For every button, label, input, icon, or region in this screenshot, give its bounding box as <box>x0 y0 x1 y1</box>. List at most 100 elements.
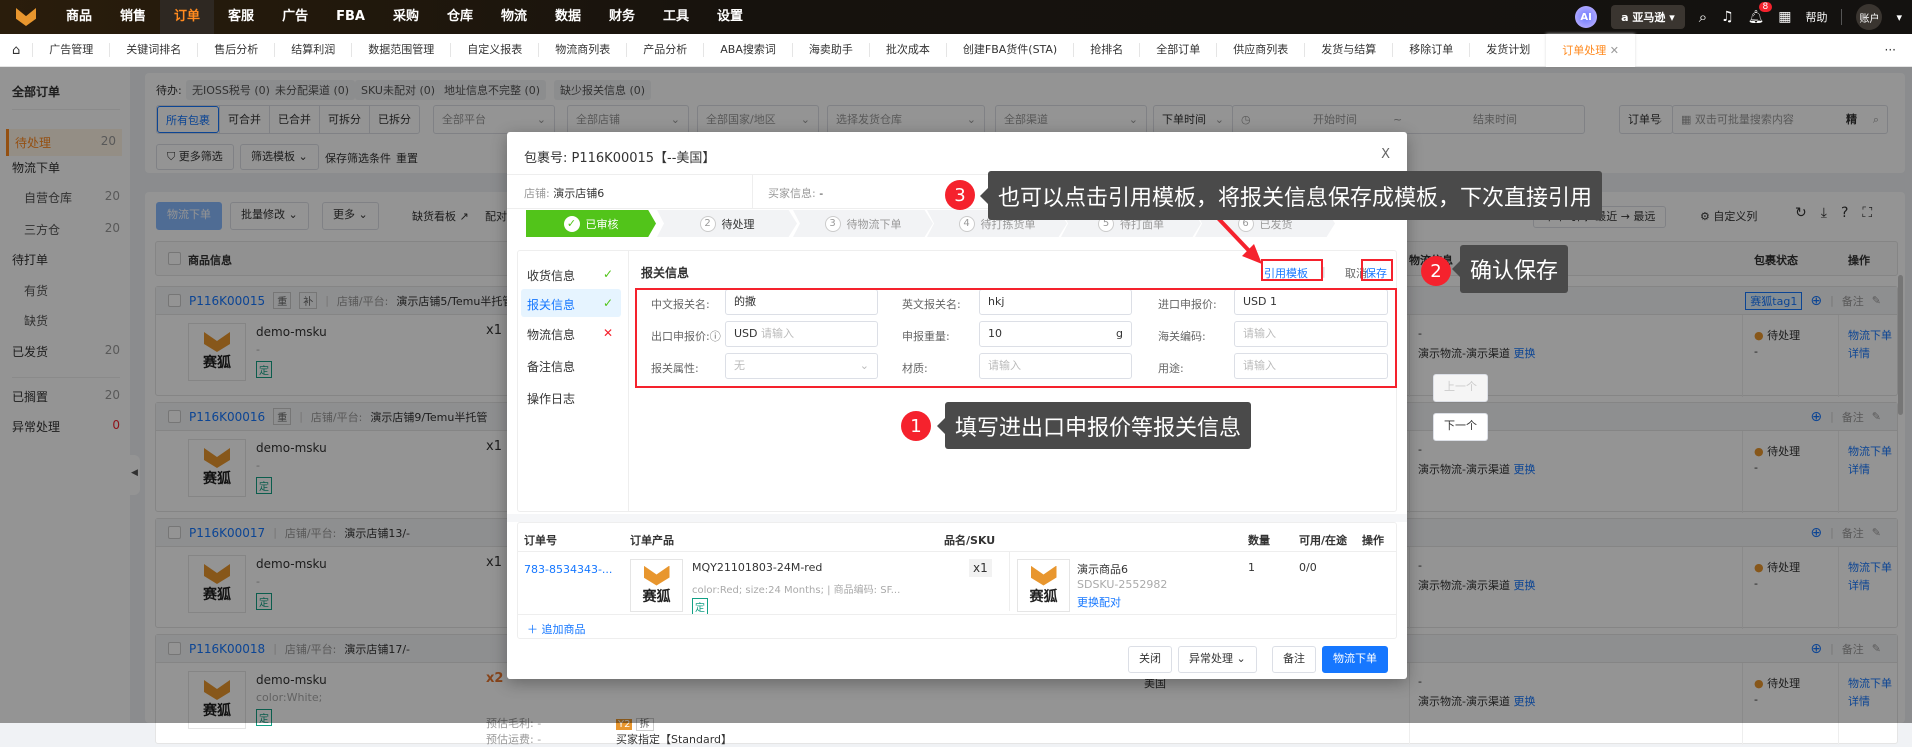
error-x-icon: ✕ <box>602 326 613 340</box>
product-attr: color:Red; size:24 Months; | 商品编码: SF... <box>692 585 901 596</box>
tab-item[interactable]: 自定义报表 <box>450 43 538 57</box>
qty-value: 1 <box>1248 561 1255 574</box>
check-icon: ✓ <box>602 296 613 310</box>
tab-bar: ⌂ 广告管理 关键词排名 售后分析 结算利润 数据范围管理 自定义报表 物流商列表 产品分析 A… <box>0 33 1912 67</box>
tab-item[interactable]: 移除订单 <box>1392 43 1469 57</box>
qty-tag: x1 <box>969 559 992 577</box>
red-arrow-icon <box>1214 214 1262 264</box>
nav-item[interactable]: 订单 <box>160 0 215 34</box>
order-number-link[interactable]: 783-8534343-... <box>524 563 612 576</box>
items-col-header: 可用/在途 <box>1299 534 1348 547</box>
tab-order-processing[interactable]: 订单处理 ✕ <box>1546 33 1635 67</box>
nav-item[interactable]: 广告 <box>268 0 322 34</box>
marketplace-select[interactable]: a 亚马逊 ▾ <box>1611 5 1685 29</box>
close-tab-icon[interactable]: ✕ <box>1610 44 1619 57</box>
fixed-tag: 定 <box>692 598 708 615</box>
tab-item[interactable]: 海卖助手 <box>791 43 869 57</box>
apps-grid-icon[interactable]: ▦ <box>1778 9 1791 25</box>
exception-select[interactable]: 异常处理 ⌄ <box>1178 646 1257 673</box>
step-3-marker: 3 <box>945 180 975 210</box>
tab-item[interactable]: 物流商列表 <box>538 43 626 57</box>
help-link[interactable]: 帮助 <box>1805 9 1827 25</box>
add-item-button[interactable]: ＋ 追加商品 <box>527 621 586 637</box>
items-col-header: 品名/SKU <box>944 534 996 547</box>
tab-item[interactable]: 发货与结算 <box>1304 43 1392 57</box>
account-avatar[interactable]: 账户 <box>1856 4 1883 30</box>
ship-order-button[interactable]: 物流下单 <box>1322 646 1388 673</box>
check-circle-icon: ✓ <box>563 215 580 232</box>
nav-item[interactable]: 工具 <box>649 0 703 34</box>
form-highlight-box <box>635 288 1397 388</box>
close-button[interactable]: 关闭 <box>1128 646 1172 673</box>
close-icon[interactable]: X <box>1381 147 1390 162</box>
modal-nav-item[interactable]: 操作日志 <box>521 383 621 411</box>
tab-item[interactable]: 结算利润 <box>274 43 351 57</box>
more-tabs-icon[interactable]: ··· <box>1869 43 1912 57</box>
product-sku: MQY21101803-24M-red <box>692 561 823 574</box>
search-icon[interactable]: ⌕ <box>1699 8 1707 26</box>
nav-item[interactable]: 财务 <box>595 0 649 34</box>
callout-1: 填写进出口申报价等报关信息 <box>936 402 1252 449</box>
marketplace-label: 亚马逊 <box>1632 11 1666 24</box>
step-1-marker: 1 <box>901 411 931 441</box>
ai-icon[interactable]: AI <box>1575 6 1598 28</box>
tab-item[interactable]: 批次成本 <box>868 43 946 57</box>
step-3: 3 待物流下单 <box>793 210 933 237</box>
modal-nav-item[interactable]: 备注信息 <box>521 351 621 379</box>
nav-item[interactable]: 客服 <box>214 0 268 34</box>
product-name: 演示商品6 <box>1077 563 1128 576</box>
items-col-header: 订单号 <box>524 534 557 547</box>
tab-item[interactable]: 产品分析 <box>626 43 703 57</box>
nav-item[interactable]: 设置 <box>703 0 757 34</box>
buyer-label: 买家信息: <box>768 187 816 200</box>
nav-item[interactable]: 商品 <box>52 0 106 34</box>
freight: 预估运费: - <box>486 733 542 746</box>
nav-item[interactable]: 采购 <box>379 0 433 34</box>
chevron-down-icon[interactable]: ▾ <box>1896 11 1902 24</box>
next-button[interactable]: 下一个 <box>1433 413 1488 441</box>
notification-badge: 8 <box>1758 1 1773 12</box>
buyer-preference: 买家指定【Standard】 <box>616 733 733 746</box>
rematch-link[interactable]: 更换配对 <box>1077 594 1121 610</box>
avail-value: 0/0 <box>1299 561 1317 574</box>
top-nav: 商品 销售 订单 客服 广告 FBA 采购 仓库 物流 数据 财务 工具 设置 AI a 亚马逊 ▾ ⌕… <box>0 0 1912 34</box>
bell-icon[interactable]: 🔔︎ 8 <box>1748 1 1773 25</box>
tab-item[interactable]: 发货计划 <box>1469 43 1546 57</box>
nav-item[interactable]: 销售 <box>106 0 160 34</box>
tab-item[interactable]: 创建FBA货件(STA) <box>945 43 1073 57</box>
tab-item[interactable]: 售后分析 <box>197 43 274 57</box>
nav-item[interactable]: 仓库 <box>433 0 487 34</box>
callout-3: 也可以点击引用模板，将报关信息保存成模板，下次直接引用 <box>979 171 1603 220</box>
tab-item[interactable]: 数据范围管理 <box>351 43 450 57</box>
callout-2: 确认保存 <box>1451 245 1569 293</box>
tab-item[interactable]: 全部订单 <box>1139 43 1216 57</box>
tab-item[interactable]: ABA搜索词 <box>703 43 792 57</box>
tab-item[interactable]: 广告管理 <box>32 43 109 57</box>
nav-item[interactable]: FBA <box>322 0 379 34</box>
nav-item[interactable]: 物流 <box>487 0 541 34</box>
buyer-value: - <box>819 187 824 200</box>
section-title: 报关信息 <box>641 266 690 280</box>
modal-nav-item[interactable]: 物流信息 ✕ <box>521 319 621 347</box>
step-1: ✓ 已审核 <box>526 210 656 237</box>
check-icon: ✓ <box>602 267 613 281</box>
template-highlight-box <box>1261 259 1323 281</box>
tab-item[interactable]: 抢排名 <box>1073 43 1139 57</box>
store-label: 店铺: <box>524 187 550 200</box>
sku-image: 赛狐 <box>1017 559 1070 612</box>
items-col-header: 数量 <box>1248 534 1270 547</box>
nav-item[interactable]: 数据 <box>541 0 595 34</box>
modal-nav-item[interactable]: 报关信息 ✓ <box>521 289 621 317</box>
sku-code: SDSKU-2552982 <box>1077 578 1168 591</box>
tab-item[interactable]: 关键词排名 <box>109 43 197 57</box>
logo-icon[interactable] <box>0 0 52 34</box>
step-2-marker: 2 <box>1421 256 1451 286</box>
tab-item[interactable]: 供应商列表 <box>1216 43 1304 57</box>
home-icon[interactable]: ⌂ <box>0 43 32 58</box>
modal-nav-item[interactable]: 收货信息 ✓ <box>521 260 621 288</box>
headset-icon[interactable]: ♫ <box>1721 9 1734 25</box>
items-col-header: 操作 <box>1362 534 1384 547</box>
prev-button[interactable]: 上一个 <box>1433 374 1488 402</box>
note-button[interactable]: 备注 <box>1272 646 1316 673</box>
items-col-header: 订单产品 <box>630 534 674 547</box>
